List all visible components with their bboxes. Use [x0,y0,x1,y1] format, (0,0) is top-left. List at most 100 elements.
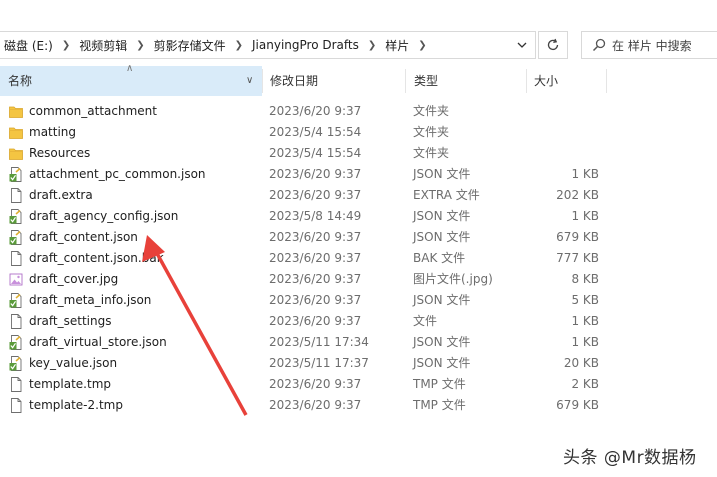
file-modified-date: 2023/6/20 9:37 [269,272,362,286]
file-modified-date: 2023/5/4 15:54 [269,125,362,139]
file-row[interactable]: common_attachment 2023/6/20 9:37 文件夹 [0,101,717,122]
file-row[interactable]: draft_cover.jpg 2023/6/20 9:37 图片文件(.jpg) 8… [0,269,717,290]
file-modified-date: 2023/6/20 9:37 [269,398,362,412]
file-row[interactable]: template.tmp 2023/6/20 9:37 TMP 文件 2 KB [0,374,717,395]
sort-ascending-icon: ∧ [126,63,134,74]
file-size: 679 KB [556,398,599,412]
file-row[interactable]: draft_meta_info.json 2023/6/20 9:37 JSON 文… [0,290,717,311]
chevron-right-icon[interactable]: ❯ [413,40,431,51]
file-name: draft_meta_info.json [29,293,152,307]
file-size: 20 KB [563,356,599,370]
file-modified-date: 2023/5/11 17:34 [269,335,369,349]
column-header-label: 类型 [414,74,439,88]
json-icon [9,230,23,245]
file-type: TMP 文件 [413,377,466,391]
file-type: JSON 文件 [413,167,471,181]
breadcrumb-folder[interactable]: 视频剪辑 ❯ [75,37,149,54]
file-modified-date: 2023/6/20 9:37 [269,314,362,328]
file-modified-date: 2023/6/20 9:37 [269,251,362,265]
column-header-date[interactable]: 修改日期 [262,66,405,96]
file-row[interactable]: draft_content.json.bak 2023/6/20 9:37 BAK … [0,248,717,269]
file-type: EXTRA 文件 [413,188,480,202]
file-modified-date: 2023/6/20 9:37 [269,104,362,118]
file-type: JSON 文件 [413,356,471,370]
file-name: draft_agency_config.json [29,209,179,223]
file-name: matting [29,125,77,139]
breadcrumb-drive[interactable]: 磁盘 (E:) ❯ [0,37,75,54]
chevron-right-icon[interactable]: ❯ [57,40,75,51]
file-row[interactable]: draft_agency_config.json 2023/5/8 14:49 JS… [0,206,717,227]
refresh-button[interactable] [538,31,568,59]
file-size: 2 KB [571,377,599,391]
chevron-down-icon [517,42,527,48]
file-modified-date: 2023/6/20 9:37 [269,188,362,202]
folder-icon [9,104,23,119]
file-type: 文件 [413,314,438,328]
chevron-down-icon[interactable]: ∨ [246,66,253,96]
file-name: common_attachment [29,104,157,118]
column-header-size[interactable]: 大小 [526,66,606,96]
folder-icon [9,125,23,140]
breadcrumb-folder[interactable]: 剪影存储文件 ❯ [150,37,248,54]
breadcrumb-label: JianyingPro Drafts [252,38,359,52]
file-name: draft_content.json.bak [29,251,164,265]
breadcrumb-label: 剪影存储文件 [153,38,226,53]
file-row[interactable]: attachment_pc_common.json 2023/6/20 9:37 J… [0,164,717,185]
file-row[interactable]: key_value.json 2023/5/11 17:37 JSON 文件 20 K… [0,353,717,374]
file-modified-date: 2023/6/20 9:37 [269,230,362,244]
file-icon [9,188,23,203]
file-size: 1 KB [571,314,599,328]
column-header-label: 名称 [8,74,33,88]
file-type: JSON 文件 [413,230,471,244]
file-row[interactable]: matting 2023/5/4 15:54 文件夹 [0,122,717,143]
column-header-label: 大小 [534,74,559,88]
image-icon [9,272,23,287]
file-name: template.tmp [29,377,111,391]
column-header-type[interactable]: 类型 [406,66,526,96]
file-modified-date: 2023/6/20 9:37 [269,293,362,307]
window-top-strip [0,0,717,25]
file-size: 1 KB [571,167,599,181]
file-row[interactable]: template-2.tmp 2023/6/20 9:37 TMP 文件 679 KB [0,395,717,416]
chevron-right-icon[interactable]: ❯ [230,40,248,51]
file-type: 图片文件(.jpg) [413,272,493,286]
chevron-right-icon[interactable]: ❯ [363,40,381,51]
file-type: JSON 文件 [413,209,471,223]
file-name: draft_content.json [29,230,138,244]
breadcrumb-folder[interactable]: JianyingPro Drafts ❯ [248,38,381,52]
file-modified-date: 2023/6/20 9:37 [269,167,362,181]
file-modified-date: 2023/5/4 15:54 [269,146,362,160]
file-modified-date: 2023/5/11 17:37 [269,356,369,370]
file-name: draft.extra [29,188,93,202]
file-row[interactable]: Resources 2023/5/4 15:54 文件夹 [0,143,717,164]
file-size: 1 KB [571,335,599,349]
column-header-name[interactable]: ∧ 名称 ∨ [0,63,262,96]
file-type: JSON 文件 [413,293,471,307]
column-header-row: ∧ 名称 ∨ 修改日期 类型 大小 [0,63,717,96]
search-placeholder: 在 样片 中搜索 [612,38,692,53]
file-row[interactable]: draft.extra 2023/6/20 9:37 EXTRA 文件 202 KB [0,185,717,206]
file-icon [9,377,23,392]
search-input[interactable]: 在 样片 中搜索 [581,31,717,59]
file-row[interactable]: draft_settings 2023/6/20 9:37 文件 1 KB [0,311,717,332]
file-name: Resources [29,146,91,160]
file-row[interactable]: draft_virtual_store.json 2023/5/11 17:34 J… [0,332,717,353]
address-history-dropdown[interactable] [513,32,531,58]
chevron-right-icon[interactable]: ❯ [131,40,149,51]
file-row[interactable]: draft_content.json 2023/6/20 9:37 JSON 文件 6… [0,227,717,248]
file-size: 679 KB [556,230,599,244]
file-name: attachment_pc_common.json [29,167,206,181]
file-icon [9,398,23,413]
breadcrumb-current[interactable]: 样片 ❯ [381,37,431,54]
breadcrumb-label: 磁盘 (E:) [4,38,53,53]
search-icon [592,38,606,52]
breadcrumb-label: 样片 [385,38,410,53]
file-type: 文件夹 [413,125,450,139]
file-type: JSON 文件 [413,335,471,349]
json-icon [9,167,23,182]
file-size: 777 KB [556,251,599,265]
column-divider[interactable] [606,69,607,93]
address-bar[interactable]: 磁盘 (E:) ❯ 视频剪辑 ❯ 剪影存储文件 ❯ JianyingPro Dr… [0,31,536,59]
file-icon [9,251,23,266]
file-type: TMP 文件 [413,398,466,412]
